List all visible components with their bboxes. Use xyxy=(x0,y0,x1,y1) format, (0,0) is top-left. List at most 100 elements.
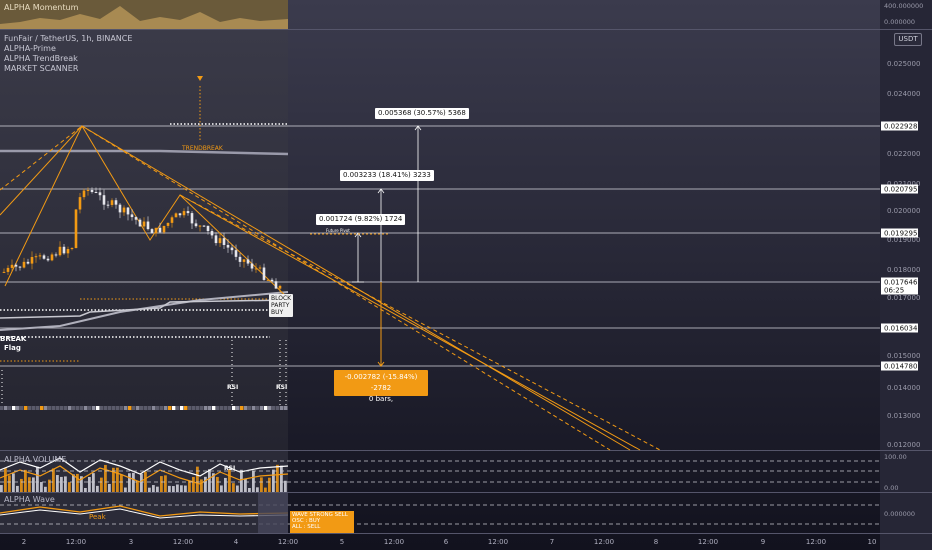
candle-body xyxy=(114,200,118,205)
signal-block: BLOCK xyxy=(271,295,292,302)
price-scale-label: 0.020000 xyxy=(887,207,920,215)
scanner-cell xyxy=(276,406,280,410)
time-axis-label: 7 xyxy=(550,538,554,546)
symbol-title[interactable]: FunFair / TetherUS, 1h, BINANCE xyxy=(4,34,132,44)
price-scale-label: 0.015000 xyxy=(887,352,920,360)
candle-body xyxy=(86,189,90,191)
candle-body xyxy=(34,256,38,258)
volume-bar xyxy=(244,478,247,492)
wave-legend: WAVE STRONG SELL OSC : BUY ALL : SELL xyxy=(290,511,354,533)
volume-bar xyxy=(24,469,27,492)
candle-body xyxy=(94,192,98,194)
volume-bar xyxy=(0,485,3,492)
time-axis-label: 12:00 xyxy=(594,538,614,546)
candle-body xyxy=(38,255,42,257)
flag-label: Flag xyxy=(4,344,21,352)
price-tag-text: 0.020795 xyxy=(884,186,917,194)
volume-bar xyxy=(180,485,183,492)
rsi-label: RSI xyxy=(224,465,236,472)
volume-bar xyxy=(84,487,87,492)
scanner-cell xyxy=(72,406,76,410)
wave-highlight xyxy=(258,493,288,533)
candle-body xyxy=(18,266,22,268)
time-axis-label: 12:00 xyxy=(806,538,826,546)
scanner-cell xyxy=(12,406,16,410)
price-scale-label: 0.022000 xyxy=(887,150,920,158)
measurement-label-2: 0.003233 (18.41%) 3233 xyxy=(340,170,434,181)
scanner-cell xyxy=(264,406,268,410)
price-tag-countdown: 06:25 xyxy=(884,287,904,295)
price-scale-label: 0.012000 xyxy=(887,441,920,449)
scanner-cell xyxy=(220,406,224,410)
volume-bar xyxy=(40,482,43,492)
volume-bar xyxy=(240,469,243,492)
volume-bar xyxy=(200,479,203,492)
volume-bar xyxy=(136,480,139,492)
candle-body xyxy=(190,213,194,224)
volume-bar xyxy=(144,471,147,492)
time-axis-label: 12:00 xyxy=(488,538,508,546)
volume-pane-title[interactable]: ALPHA VOLUME xyxy=(4,455,66,464)
momentum-pane-title[interactable]: ALPHA Momentum xyxy=(4,3,78,12)
scanner-cell xyxy=(152,406,156,410)
scanner-cell xyxy=(192,406,196,410)
volume-bar xyxy=(140,473,143,492)
volume-bar xyxy=(124,487,127,492)
scanner-cell xyxy=(92,406,96,410)
indicator-alpha-prime[interactable]: ALPHA-Prime xyxy=(4,44,56,54)
scanner-cell xyxy=(108,406,112,410)
candle-body xyxy=(54,254,58,256)
scanner-cell xyxy=(252,406,256,410)
price-chart[interactable]: 0.0250000.0240000.0220000.0210000.020000… xyxy=(0,0,932,550)
scanner-cell xyxy=(240,406,244,410)
volume-bar xyxy=(16,485,19,492)
breakout-label: BREAK xyxy=(0,335,27,343)
candle-body xyxy=(78,197,82,210)
candle-body xyxy=(206,225,210,232)
price-scale-label: 0.013000 xyxy=(887,412,920,420)
currency-button[interactable]: USDT xyxy=(894,33,922,46)
candle-body xyxy=(82,190,86,198)
candle-body xyxy=(66,249,70,254)
scanner-cell xyxy=(268,406,272,410)
volume-bar xyxy=(260,477,263,492)
scanner-cell xyxy=(56,406,60,410)
candle-body xyxy=(110,200,114,205)
candle-body xyxy=(22,261,26,268)
volume-bar xyxy=(8,475,11,492)
wave-peak-label: Peak xyxy=(89,513,106,521)
candle-body xyxy=(58,246,62,256)
volume-bar xyxy=(184,485,187,492)
candle-body xyxy=(246,259,250,264)
scanner-cell xyxy=(116,406,120,410)
candle-body xyxy=(142,221,146,227)
candle-body xyxy=(262,267,266,280)
volume-bar xyxy=(52,468,55,492)
time-axis-label: 12:00 xyxy=(384,538,404,546)
candle-body xyxy=(46,258,50,261)
trendbreak-label: TRENDBREAK xyxy=(182,145,223,152)
scanner-cell xyxy=(228,406,232,410)
scanner-cell xyxy=(184,406,188,410)
candle-body xyxy=(166,222,170,226)
indicator-trendbreak[interactable]: ALPHA TrendBreak xyxy=(4,54,78,64)
volume-bar xyxy=(92,473,95,492)
measurement-negative-bars: 0 bars, xyxy=(368,395,394,403)
volume-bar xyxy=(220,485,223,492)
volume-bar xyxy=(248,487,251,492)
volume-bar xyxy=(132,472,135,492)
wave-legend-line: ALL : SELL xyxy=(292,524,321,530)
candle-body xyxy=(30,257,34,264)
time-axis-label: 9 xyxy=(761,538,765,546)
indicator-market-scanner[interactable]: MARKET SCANNER xyxy=(4,64,78,74)
wave-pane-title[interactable]: ALPHA Wave xyxy=(4,495,55,504)
candle-body xyxy=(158,227,162,233)
scanner-cell xyxy=(24,406,28,410)
volume-bar xyxy=(224,477,227,492)
scanner-cell xyxy=(204,406,208,410)
volume-scale-bottom: 0.00 xyxy=(884,484,899,492)
scanner-cell xyxy=(244,406,248,410)
signal-box[interactable]: BLOCK PARTY BUY xyxy=(269,294,294,317)
measurement-label-1: 0.005368 (30.57%) 5368 xyxy=(375,108,469,119)
volume-bar xyxy=(168,485,171,492)
